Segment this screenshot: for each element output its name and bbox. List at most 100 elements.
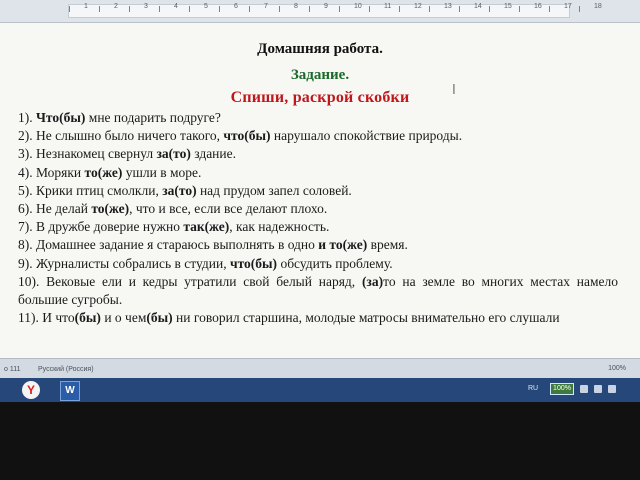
tray-language[interactable]: RU bbox=[528, 385, 538, 392]
document-page[interactable]: Домашняя работа. Задание. Спиши, раскрой… bbox=[0, 23, 640, 358]
horizontal-ruler[interactable]: 1 2 3 4 5 6 7 8 9 10 11 12 13 14 15 16 17 18 bbox=[0, 0, 640, 23]
ruler-number: 4 bbox=[174, 3, 178, 10]
status-bar: о 111 Русский (Россия) 100% bbox=[0, 358, 640, 379]
ruler-number: 1 bbox=[84, 3, 88, 10]
text-fragment: 2). Не слышно было ничего такого, bbox=[18, 128, 224, 144]
text-fragment: здание. bbox=[190, 146, 236, 162]
ruler-number: 17 bbox=[564, 3, 572, 10]
text-fragment: , что и все, если все делают плохо. bbox=[129, 201, 328, 217]
ruler-tick bbox=[69, 6, 70, 12]
ruler-tick bbox=[189, 6, 190, 12]
taskbar: Y W RU 100% bbox=[0, 378, 640, 402]
ruler-tick bbox=[279, 6, 280, 12]
ruler-tick bbox=[159, 6, 160, 12]
heading-homework: Домашняя работа. bbox=[257, 41, 383, 57]
yandex-browser-icon[interactable]: Y bbox=[22, 381, 40, 399]
bold-fragment: (бы) bbox=[146, 310, 173, 326]
volume-icon[interactable] bbox=[594, 385, 602, 393]
bold-fragment: Что(бы) bbox=[36, 110, 86, 125]
bold-fragment: так(же) bbox=[183, 219, 230, 235]
text-fragment: 11). И что bbox=[18, 310, 75, 326]
page-count[interactable]: о 111 bbox=[4, 366, 20, 373]
exercise-line: 8). Домашнее задание я стараюсь выполнят… bbox=[18, 236, 618, 254]
text-fragment: 4). Моряки bbox=[18, 164, 85, 180]
exercise-line: 11). И что(бы) и о чем(бы) ни говорил ст… bbox=[18, 309, 618, 327]
bold-fragment: (за) bbox=[361, 273, 384, 289]
text-fragment: 7). В дружбе доверие нужно bbox=[18, 219, 184, 235]
ruler-tick bbox=[369, 6, 370, 12]
exercise-line: 6). Не делай то(же), что и все, если все… bbox=[18, 200, 618, 218]
text-fragment: нарушало спокойствие природы. bbox=[270, 128, 463, 144]
ruler-tick bbox=[249, 6, 250, 12]
exercise-line: 9). Журналисты собрались в студии, что(б… bbox=[18, 255, 618, 273]
text-fragment: мне подарить подруге? bbox=[85, 110, 221, 125]
exercise-line: 10). Вековые ели и кедры утратили свой б… bbox=[18, 273, 618, 309]
text-fragment: , как надежность. bbox=[229, 219, 330, 235]
bold-fragment: то(же) bbox=[84, 164, 123, 180]
bold-fragment: (бы) bbox=[74, 310, 101, 326]
text-fragment: ушли в море. bbox=[122, 164, 202, 180]
ruler-tick bbox=[399, 6, 400, 12]
battery-indicator[interactable]: 100% bbox=[550, 383, 574, 395]
bold-fragment: что(бы) bbox=[229, 255, 278, 271]
ruler-tick bbox=[429, 6, 430, 12]
exercise-line: 5). Крики птиц смолкли, за(то) над прудо… bbox=[18, 182, 618, 200]
bold-fragment: за(то) bbox=[162, 182, 197, 198]
language-indicator[interactable]: Русский (Россия) bbox=[38, 366, 94, 373]
text-fragment: обсудить проблему. bbox=[277, 255, 393, 271]
ruler-tick bbox=[99, 6, 100, 12]
text-fragment: и о чем bbox=[100, 310, 147, 326]
text-fragment: 9). Журналисты собрались в студии, bbox=[18, 255, 230, 271]
text-fragment: время. bbox=[367, 237, 408, 253]
ruler-tick bbox=[519, 6, 520, 12]
text-fragment: 8). Домашнее задание я стараюсь выполнят… bbox=[18, 237, 319, 253]
ruler-number: 16 bbox=[534, 3, 542, 10]
bold-fragment: то(же) bbox=[91, 201, 130, 217]
ruler-number: 9 bbox=[324, 3, 328, 10]
text-fragment: ни говорил старшина, молодые матросы вни… bbox=[172, 310, 560, 326]
zoom-level[interactable]: 100% bbox=[608, 365, 626, 372]
bold-fragment: что(бы) bbox=[223, 128, 271, 144]
text-fragment: 3). Незнакомец свернул bbox=[18, 146, 157, 162]
ruler-tick bbox=[549, 6, 550, 12]
text-fragment: 5). Крики птиц смолкли, bbox=[18, 182, 163, 198]
text-fragment: 10). Вековые ели и кедры утратили свой б… bbox=[18, 273, 362, 289]
ruler-number: 15 bbox=[504, 3, 512, 10]
notification-icon[interactable] bbox=[608, 385, 616, 393]
ruler-number: 12 bbox=[414, 3, 422, 10]
ruler-number: 5 bbox=[204, 3, 208, 10]
ruler-number: 10 bbox=[354, 3, 362, 10]
monitor-bezel bbox=[0, 402, 640, 480]
ruler-number: 11 bbox=[384, 3, 392, 10]
exercise-line: 4). Моряки то(же) ушли в море. bbox=[18, 164, 618, 182]
ruler-tick bbox=[459, 6, 460, 12]
screen: 1 2 3 4 5 6 7 8 9 10 11 12 13 14 15 16 17 18 Домашняя раб… bbox=[0, 0, 640, 415]
bold-fragment: и то(же) bbox=[318, 237, 368, 253]
text-fragment: над прудом запел соловей. bbox=[196, 182, 352, 198]
ruler-number: 13 bbox=[444, 3, 452, 10]
text-fragment: 1). bbox=[18, 110, 36, 125]
ruler-number: 3 bbox=[144, 3, 148, 10]
word-app-icon[interactable]: W bbox=[60, 381, 80, 401]
bold-fragment: за(то) bbox=[156, 146, 191, 162]
ruler-tick bbox=[339, 6, 340, 12]
text-cursor-icon: I bbox=[452, 83, 456, 98]
network-icon[interactable] bbox=[580, 385, 588, 393]
ruler-number: 6 bbox=[234, 3, 238, 10]
ruler-number: 7 bbox=[264, 3, 268, 10]
ruler-tick bbox=[129, 6, 130, 12]
ruler-number: 18 bbox=[594, 3, 602, 10]
ruler-number: 14 bbox=[474, 3, 482, 10]
ruler-number: 2 bbox=[114, 3, 118, 10]
ruler-number: 8 bbox=[294, 3, 298, 10]
exercise-line: 3). Незнакомец свернул за(то) здание. bbox=[18, 145, 618, 163]
heading-instruction: Спиши, раскрой скобки bbox=[230, 89, 410, 106]
exercise-list[interactable]: 1). Что(бы) мне подарить подруге? 2). Не … bbox=[18, 109, 618, 327]
ruler-tick bbox=[579, 6, 580, 12]
text-fragment: 6). Не делай bbox=[18, 201, 92, 217]
heading-task: Задание. bbox=[290, 67, 350, 83]
ruler-tick bbox=[309, 6, 310, 12]
exercise-line: 1). Что(бы) мне подарить подруге? bbox=[18, 109, 618, 127]
ruler-tick bbox=[489, 6, 490, 12]
ruler-tick bbox=[219, 6, 220, 12]
